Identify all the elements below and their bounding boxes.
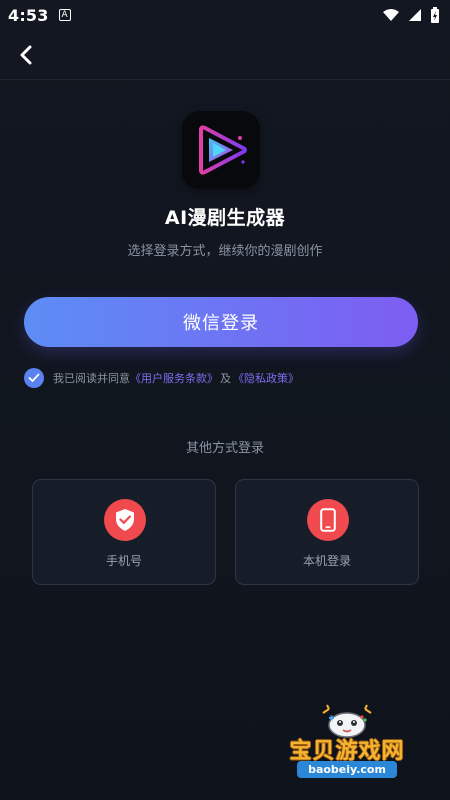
wifi-icon bbox=[383, 9, 399, 21]
battery-icon bbox=[431, 7, 439, 23]
privacy-link[interactable]: 《隐私政策》 bbox=[233, 370, 299, 386]
status-right bbox=[382, 7, 440, 23]
back-button[interactable] bbox=[12, 41, 40, 69]
terms-link[interactable]: 《用户服务条款》 bbox=[130, 370, 218, 386]
signal-icon bbox=[409, 9, 421, 21]
local-login-label: 本机登录 bbox=[302, 554, 351, 568]
option-icon-phone bbox=[104, 499, 146, 541]
watermark: 宝贝游戏网 baobeiy.com bbox=[277, 703, 427, 783]
status-left: 4:53 A bbox=[8, 6, 71, 25]
app-logo bbox=[182, 111, 260, 189]
chevron-left-icon bbox=[20, 45, 32, 65]
agreement-checkbox[interactable] bbox=[24, 368, 44, 388]
other-login-title: 其他方式登录 bbox=[185, 441, 264, 456]
login-screen: 4:53 A AI漫剧生成器 选择登录方式，继续你的漫剧创作 微信登录 我已阅读… bbox=[0, 0, 450, 800]
play-logo-icon bbox=[199, 125, 247, 175]
check-icon bbox=[28, 373, 40, 382]
agreement-row: 我已阅读并同意 《用户服务条款》 及 《隐私政策》 bbox=[24, 367, 434, 389]
agreement-prefix: 我已阅读并同意 bbox=[53, 372, 130, 385]
wechat-login-button[interactable]: 微信登录 bbox=[24, 297, 418, 347]
watermark-url: baobeiy.com bbox=[297, 761, 397, 778]
app-title: AI漫剧生成器 bbox=[164, 207, 286, 229]
shield-check-icon bbox=[116, 509, 134, 531]
app-subtitle: 选择登录方式，继续你的漫剧创作 bbox=[127, 244, 323, 259]
top-bar bbox=[0, 30, 450, 80]
notification-a-icon: A bbox=[58, 9, 71, 21]
local-login-option[interactable]: 本机登录 bbox=[235, 479, 419, 585]
phone-device-icon bbox=[320, 508, 336, 532]
phone-login-label: 手机号 bbox=[105, 554, 142, 568]
option-icon-local bbox=[307, 499, 349, 541]
status-time: 4:53 bbox=[8, 5, 49, 25]
agreement-and: 及 bbox=[220, 372, 231, 385]
status-bar: 4:53 A bbox=[0, 0, 450, 30]
phone-login-option[interactable]: 手机号 bbox=[32, 479, 216, 585]
